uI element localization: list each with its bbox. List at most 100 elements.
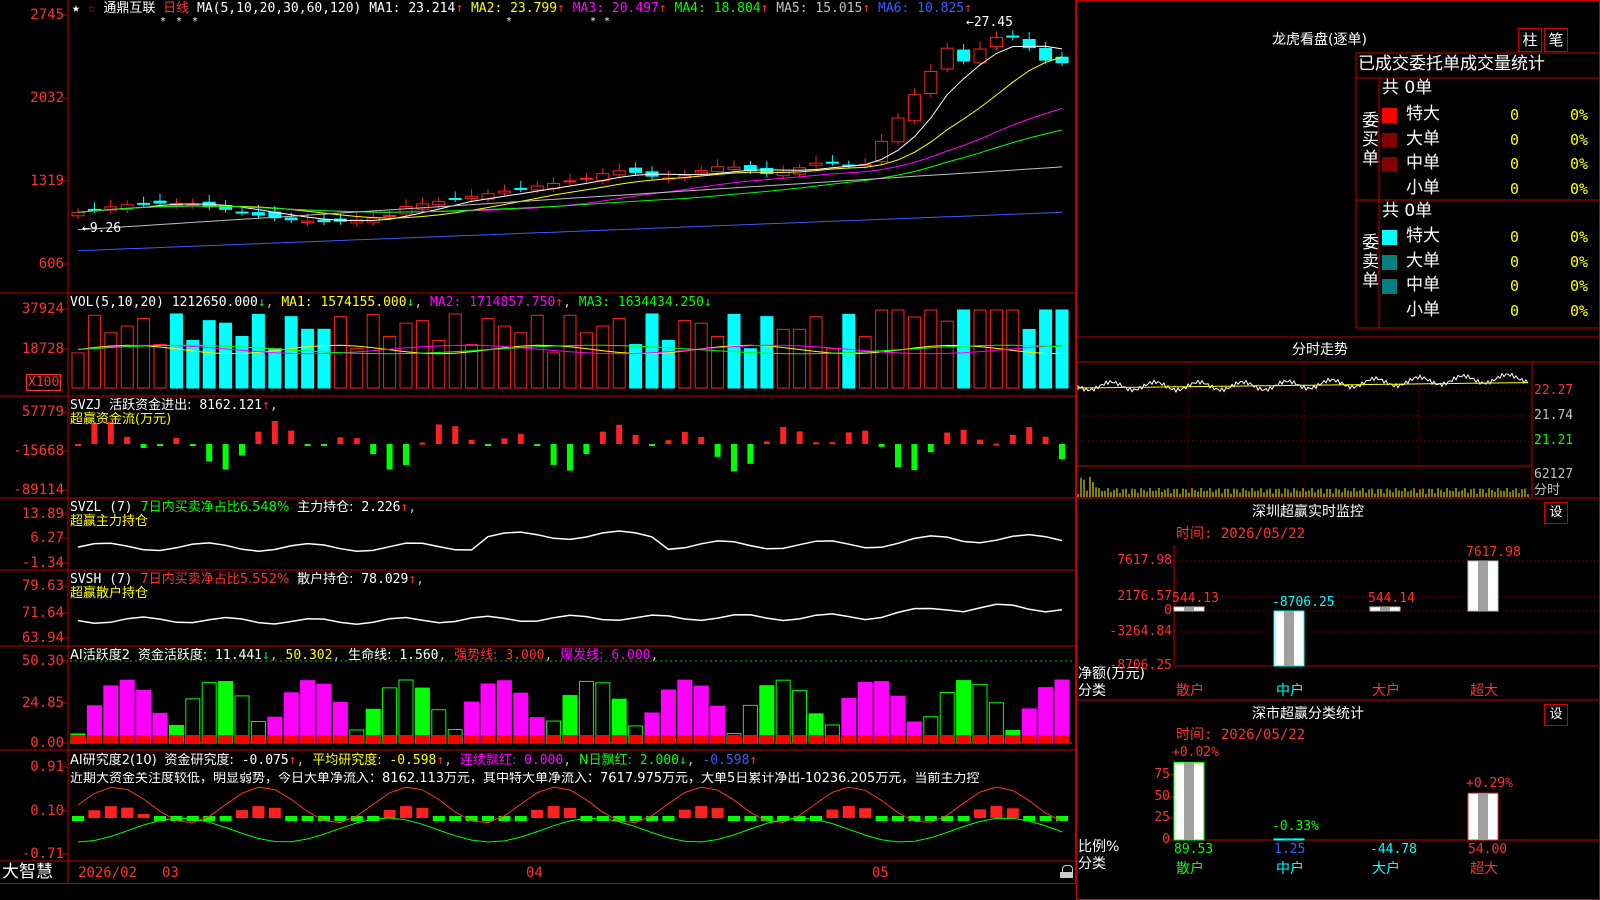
fund-flow-bar bbox=[189, 444, 196, 446]
color-swatch bbox=[1382, 279, 1397, 294]
volume-bar bbox=[219, 322, 233, 389]
volume-bar bbox=[399, 322, 413, 389]
research-bar bbox=[842, 806, 855, 818]
candle-body bbox=[579, 177, 593, 180]
sz-bar-label: 544.13 bbox=[1172, 591, 1219, 606]
ss-bar-change: +0.02% bbox=[1172, 745, 1219, 761]
activity-base-bar bbox=[891, 735, 905, 743]
ma-value: MA1: 23.214↑ bbox=[369, 1, 471, 16]
main-header: ★ ☆ 通鼎互联 日线 MA(5,10,20,30,60,120) MA1: 2… bbox=[72, 2, 972, 15]
fund-flow-bar bbox=[75, 444, 81, 446]
fund-flow-bar bbox=[435, 424, 442, 444]
research-bar bbox=[416, 807, 429, 818]
candle-body bbox=[793, 167, 807, 175]
candle-body bbox=[1006, 35, 1020, 38]
ma-line bbox=[77, 129, 1063, 213]
sz-y-tick: -8706.25 bbox=[1109, 658, 1172, 673]
volume-bar bbox=[268, 348, 282, 389]
volume-bar bbox=[678, 320, 692, 389]
activity-base-bar bbox=[1022, 735, 1037, 743]
activity-base-bar bbox=[645, 735, 659, 743]
fund-flow-bar bbox=[714, 444, 721, 457]
research-bar bbox=[1039, 816, 1052, 821]
candle-body bbox=[383, 214, 397, 217]
activity-base-bar bbox=[103, 735, 118, 743]
research-bar bbox=[236, 810, 248, 818]
activity-base-bar bbox=[628, 735, 643, 743]
color-swatch bbox=[1382, 157, 1397, 172]
research-bar bbox=[908, 816, 921, 821]
ai1-header: AI活跃度2 资金活跃度: 11.441↓, 50.302, 生命线: 1.56… bbox=[70, 648, 659, 663]
activity-base-bar bbox=[825, 735, 840, 743]
activity-base-bar bbox=[874, 735, 889, 743]
research-bar bbox=[449, 816, 462, 821]
volume-bar bbox=[842, 313, 856, 389]
volume-bar bbox=[858, 336, 872, 389]
ma-value: MA4: 18.804↑ bbox=[674, 1, 777, 16]
research-bar bbox=[1056, 816, 1068, 821]
activity-base-bar bbox=[907, 735, 922, 743]
fund-flow-bar bbox=[550, 444, 557, 465]
candle-body bbox=[776, 171, 790, 177]
sz-settings-button[interactable]: 设 bbox=[1544, 502, 1568, 524]
chart-canvas[interactable]: * * * * * * bbox=[0, 0, 1076, 884]
ss-settings-button[interactable]: 设 bbox=[1544, 704, 1568, 726]
color-swatch bbox=[1382, 108, 1397, 123]
tick-axis-label: 62127 bbox=[1534, 467, 1574, 482]
activity-base-bar bbox=[415, 735, 430, 743]
y-tick-label: 57779 bbox=[21, 404, 64, 420]
order-size-label: 特大 bbox=[1406, 226, 1440, 246]
research-bar bbox=[72, 816, 84, 821]
buy-side-label: 委买单 bbox=[1362, 111, 1379, 169]
fund-flow-bar bbox=[813, 442, 819, 445]
ss-bar-value: 1.25 bbox=[1274, 842, 1306, 857]
activity-bar bbox=[677, 679, 693, 744]
fund-flow-bar bbox=[649, 444, 655, 446]
activity-base-bar bbox=[333, 735, 348, 743]
pen-mode-button[interactable]: 笔 bbox=[1544, 28, 1568, 52]
y-tick-label: -89114 bbox=[13, 482, 64, 498]
research-bar bbox=[990, 806, 1003, 818]
month-label: 05 bbox=[872, 865, 889, 881]
candle-body bbox=[497, 190, 511, 194]
sz-bar-label: 544.14 bbox=[1368, 591, 1415, 606]
candle-body bbox=[940, 47, 954, 70]
fund-flow-bar bbox=[140, 444, 147, 449]
ss-bar-shade bbox=[1184, 762, 1194, 840]
activity-base-bar bbox=[481, 735, 495, 743]
activity-bar bbox=[480, 683, 496, 744]
volume-bar bbox=[284, 316, 298, 389]
right-panel: 龙虎看盘(逐单) 柱 笔 已成交委托单成交量统计 委买单 委卖单 共 0单 共 … bbox=[1076, 0, 1600, 900]
research-bar bbox=[875, 816, 888, 821]
volume-bar bbox=[629, 343, 643, 389]
activity-base-bar bbox=[153, 735, 167, 743]
activity-base-bar bbox=[858, 735, 873, 743]
sz-bar-shade bbox=[1380, 607, 1390, 611]
activity-base-bar bbox=[1038, 735, 1053, 743]
fund-flow-bar bbox=[288, 430, 295, 444]
research-bar bbox=[383, 809, 396, 818]
volume-bar bbox=[957, 309, 971, 389]
activity-base-bar bbox=[366, 735, 381, 743]
y-tick-label: 13.89 bbox=[21, 506, 64, 522]
svzl-header: SVZL (7) 7日内买卖净占比6.548% 主力持仓: 2.226↑, bbox=[70, 500, 417, 515]
fund-flow-bar bbox=[1026, 427, 1033, 444]
volume-bar bbox=[153, 344, 167, 389]
activity-base-bar bbox=[136, 735, 151, 743]
left-chart-area[interactable]: * * * * * * ★ ☆ 通鼎互联 日线 MA(5,10,20,30,60,120)… bbox=[0, 0, 1076, 884]
order-pct: 0% bbox=[1570, 130, 1589, 149]
volume-bar bbox=[1039, 309, 1053, 389]
bar-mode-button[interactable]: 柱 bbox=[1518, 28, 1542, 52]
tick-axis-label: 21.21 bbox=[1534, 433, 1574, 448]
ss-date: 时间: 2026/05/22 bbox=[1176, 727, 1306, 743]
brand-label[interactable]: 大智慧 bbox=[2, 864, 53, 881]
activity-base-bar bbox=[940, 735, 955, 743]
activity-base-bar bbox=[612, 735, 627, 743]
ss-bar-value: -44.78 bbox=[1370, 842, 1417, 857]
period-label[interactable]: 日线 bbox=[163, 1, 189, 16]
ss-y-tick: 0 bbox=[1162, 832, 1170, 847]
stock-name[interactable]: 通鼎互联 bbox=[103, 1, 155, 16]
fund-flow-bar bbox=[124, 436, 131, 444]
research-bar bbox=[514, 816, 527, 821]
ss-unit: 比例% bbox=[1078, 839, 1120, 855]
